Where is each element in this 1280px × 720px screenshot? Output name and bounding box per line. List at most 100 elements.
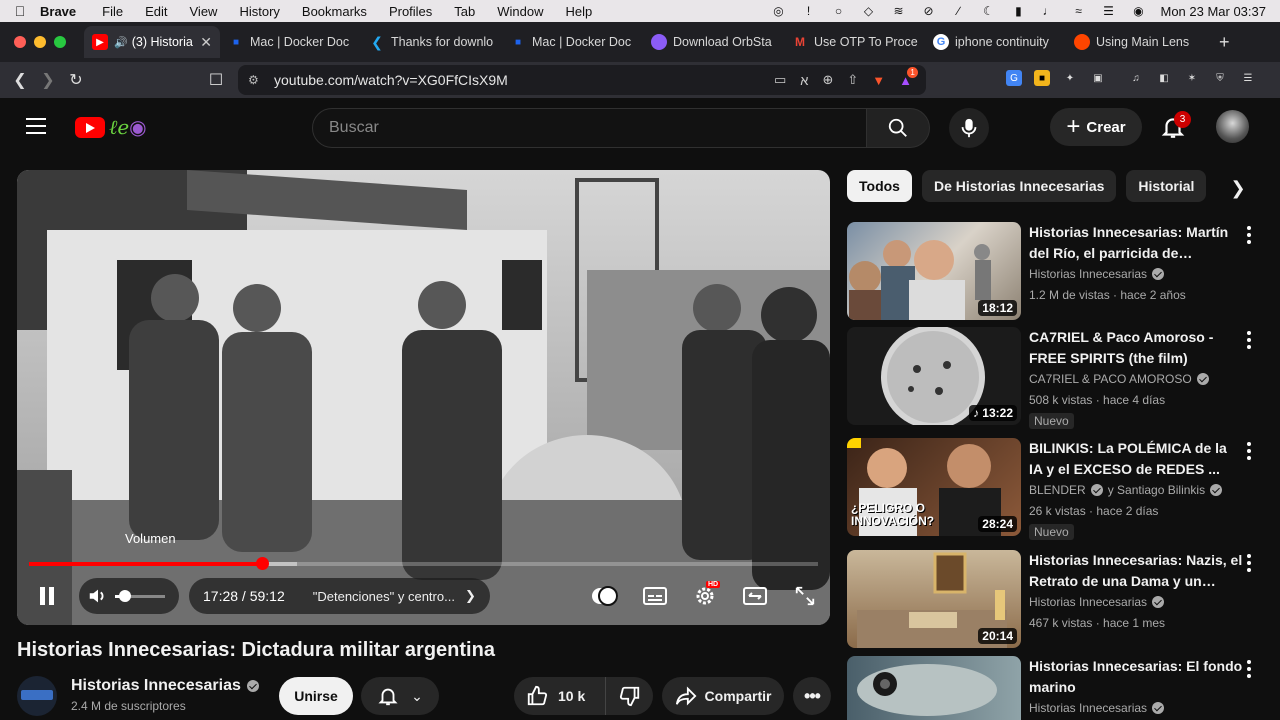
- vpn-icon[interactable]: ◇: [860, 4, 876, 18]
- volume-icon[interactable]: [87, 585, 109, 607]
- settings-button[interactable]: HD: [692, 581, 721, 609]
- progress-bar[interactable]: [29, 557, 818, 570]
- screenshot-icon[interactable]: ▣: [1090, 70, 1106, 86]
- new-tab-icon[interactable]: +: [1207, 32, 1230, 53]
- menu-bookmarks[interactable]: Bookmarks: [302, 4, 367, 19]
- zoom-window-icon[interactable]: [54, 36, 66, 48]
- chapter-button[interactable]: "Detenciones" y centro... ❯: [299, 588, 490, 604]
- more-actions-button[interactable]: •••: [793, 677, 831, 715]
- recommendation-channel[interactable]: BLENDER y Santiago Bilinkis: [1029, 483, 1223, 497]
- fullscreen-button[interactable]: [792, 583, 818, 609]
- tab-google[interactable]: G iphone continuity: [925, 26, 1066, 58]
- recommendation-item[interactable]: Historias Innecesarias: El fondo marino …: [847, 656, 1267, 720]
- search-button[interactable]: [866, 108, 930, 148]
- google-translate-icon[interactable]: G: [1006, 70, 1022, 86]
- tab-docker-1[interactable]: ■ Mac | Docker Doc: [220, 26, 361, 58]
- voice-search-button[interactable]: [949, 108, 989, 148]
- menubar-clock[interactable]: Mon 23 Mar 03:37: [1160, 4, 1266, 19]
- apple-menu-icon[interactable]: : [0, 3, 40, 19]
- translate-icon[interactable]: א: [800, 73, 808, 88]
- video-thumbnail[interactable]: 20:14: [847, 550, 1021, 648]
- cast-icon[interactable]: ≋: [890, 4, 906, 18]
- subtitles-button[interactable]: [642, 583, 668, 609]
- siri-icon[interactable]: ◉: [1130, 4, 1146, 18]
- wifi-icon[interactable]: ≈: [1070, 4, 1086, 18]
- close-tab-icon[interactable]: ✕: [200, 34, 212, 51]
- menu-view[interactable]: View: [190, 4, 218, 19]
- pause-button[interactable]: [29, 578, 65, 614]
- theater-mode-button[interactable]: [742, 583, 768, 609]
- recommendation-channel[interactable]: Historias Innecesarias: [1029, 267, 1165, 281]
- puzzle-icon[interactable]: ✦: [1062, 70, 1078, 86]
- video-player[interactable]: Volumen 17:28 / 59:12 "Detenciones" y ce…: [17, 170, 830, 625]
- recommendation-title[interactable]: BILINKIS: La POLÉMICA de la IA y el EXCE…: [1029, 438, 1243, 480]
- volume-handle[interactable]: [119, 589, 131, 602]
- create-button[interactable]: + Crear: [1050, 108, 1142, 146]
- minimize-window-icon[interactable]: [34, 36, 46, 48]
- bookmark-icon[interactable]: ☐: [202, 70, 230, 90]
- chip-channel[interactable]: De Historias Innecesarias: [921, 170, 1117, 202]
- more-vertical-icon[interactable]: [1247, 442, 1251, 463]
- video-thumbnail[interactable]: ¿PELIGRO O INNOVACIÓN? 28:24: [847, 438, 1021, 536]
- site-settings-icon[interactable]: ⚙: [248, 73, 259, 87]
- more-vertical-icon[interactable]: [1247, 554, 1251, 575]
- volume-slider[interactable]: [115, 589, 165, 602]
- recommendation-channel[interactable]: Historias Innecesarias: [1029, 701, 1165, 715]
- tab-gmail[interactable]: M Use OTP To Proce: [784, 26, 925, 58]
- menu-help[interactable]: Help: [566, 4, 593, 19]
- share-button[interactable]: Compartir: [662, 677, 784, 715]
- video-thumbnail[interactable]: 18:12: [847, 222, 1021, 320]
- scrubber-handle[interactable]: [255, 557, 269, 570]
- extension-icon[interactable]: ■: [1034, 70, 1050, 86]
- chip-todos[interactable]: Todos: [847, 170, 912, 202]
- chips-next-button[interactable]: ❯: [1226, 176, 1250, 200]
- address-bar[interactable]: ⚙ youtube.com/watch?v=XG0FfCIsX9M ▭ א ⊕ …: [238, 65, 926, 95]
- recommendation-title[interactable]: Historias Innecesarias: Nazis, el Retrat…: [1029, 550, 1243, 592]
- autoplay-toggle[interactable]: [592, 583, 618, 609]
- menu-history[interactable]: History: [239, 4, 279, 19]
- tab-orbstack[interactable]: Download OrbSta: [643, 26, 784, 58]
- close-window-icon[interactable]: [14, 36, 26, 48]
- moon-icon[interactable]: ☾: [980, 4, 996, 18]
- like-button[interactable]: 10 k: [514, 677, 606, 715]
- recommendation-title[interactable]: Historias Innecesarias: Martín del Río, …: [1029, 222, 1243, 264]
- volume-icon[interactable]: ♩: [1040, 4, 1056, 18]
- battery-icon[interactable]: ▮: [1010, 4, 1026, 18]
- recommendation-title[interactable]: Historias Innecesarias: El fondo marino: [1029, 656, 1243, 698]
- browser-menu-icon[interactable]: ☰: [1240, 70, 1256, 86]
- vpn-shield-icon[interactable]: ⛨: [1212, 70, 1228, 86]
- share-icon[interactable]: ⇧: [847, 72, 858, 88]
- more-vertical-icon[interactable]: [1247, 331, 1251, 352]
- back-icon[interactable]: ❮: [6, 70, 34, 90]
- recommendation-item[interactable]: ¿PELIGRO O INNOVACIÓN? 28:24 BILINKIS: L…: [847, 438, 1267, 540]
- menu-tab[interactable]: Tab: [454, 4, 475, 19]
- youtube-logo[interactable]: ℓe◉: [75, 115, 147, 140]
- more-vertical-icon[interactable]: [1247, 226, 1251, 247]
- menu-edit[interactable]: Edit: [145, 4, 167, 19]
- recommendation-item[interactable]: 20:14 Historias Innecesarias: Nazis, el …: [847, 550, 1267, 650]
- video-thumbnail[interactable]: [847, 656, 1021, 720]
- dislike-button[interactable]: [606, 685, 653, 707]
- account-avatar[interactable]: [1216, 110, 1249, 143]
- menu-icon[interactable]: [26, 118, 46, 139]
- menu-window[interactable]: Window: [497, 4, 543, 19]
- tab-docker-2[interactable]: ■ Mac | Docker Doc: [502, 26, 643, 58]
- video-thumbnail[interactable]: ♪ 13:22: [847, 327, 1021, 425]
- sidebar-icon[interactable]: ◧: [1156, 70, 1172, 86]
- search-input[interactable]: [329, 119, 866, 137]
- recommendation-title[interactable]: CA7RIEL & Paco Amoroso - FREE SPIRITS (t…: [1029, 327, 1243, 369]
- dropzone-icon[interactable]: ○: [830, 4, 846, 18]
- music-icon[interactable]: ♫: [1128, 70, 1144, 86]
- tab-youtube[interactable]: ▶ 🔊 (3) Historia ✕: [84, 26, 220, 58]
- recommendation-channel[interactable]: Historias Innecesarias: [1029, 595, 1165, 609]
- reload-icon[interactable]: ↻: [62, 70, 90, 90]
- nosign-icon[interactable]: ⊘: [920, 4, 936, 18]
- recommendation-channel[interactable]: CA7RIEL & PACO AMOROSO: [1029, 372, 1209, 386]
- subscription-bell-button[interactable]: ⌄: [361, 677, 439, 715]
- zoom-icon[interactable]: ⊕: [822, 72, 833, 88]
- audio-playing-icon[interactable]: 🔊: [114, 36, 128, 49]
- globe-icon[interactable]: ◎: [770, 4, 786, 18]
- channel-avatar[interactable]: [17, 676, 57, 716]
- brave-shields-icon[interactable]: ▼: [872, 73, 885, 88]
- recommendation-item[interactable]: 18:12 Historias Innecesarias: Martín del…: [847, 222, 1267, 322]
